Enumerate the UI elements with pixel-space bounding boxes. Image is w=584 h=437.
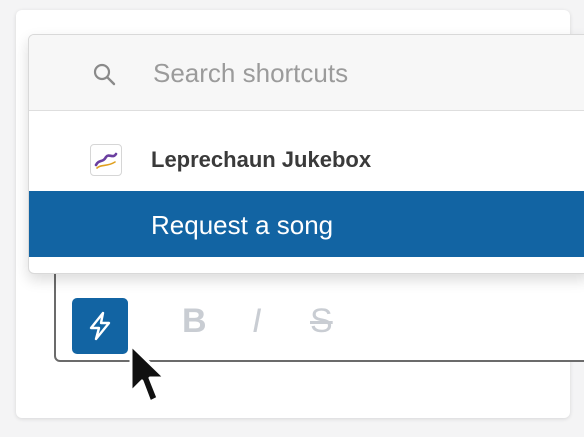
formatting-toolbar: B I S [72, 288, 472, 354]
jukebox-logo-icon [90, 144, 122, 176]
shortcuts-menu: Leprechaun Jukebox Request a song [28, 34, 584, 274]
lightning-bolt-icon [89, 311, 111, 341]
italic-button[interactable]: I [252, 302, 261, 341]
shortcut-label: Request a song [151, 210, 334, 240]
search-input[interactable] [153, 55, 553, 91]
shortcut-item-request-song[interactable]: Request a song [29, 191, 584, 257]
app-name: Leprechaun Jukebox [151, 147, 372, 172]
search-bar [29, 35, 584, 111]
search-icon [93, 63, 116, 86]
bold-button[interactable]: B [182, 302, 207, 341]
shortcuts-button[interactable] [72, 298, 128, 354]
app-header-row: Leprechaun Jukebox [29, 111, 584, 191]
mouse-cursor-icon [129, 343, 167, 404]
strikethrough-button[interactable]: S [310, 302, 333, 341]
